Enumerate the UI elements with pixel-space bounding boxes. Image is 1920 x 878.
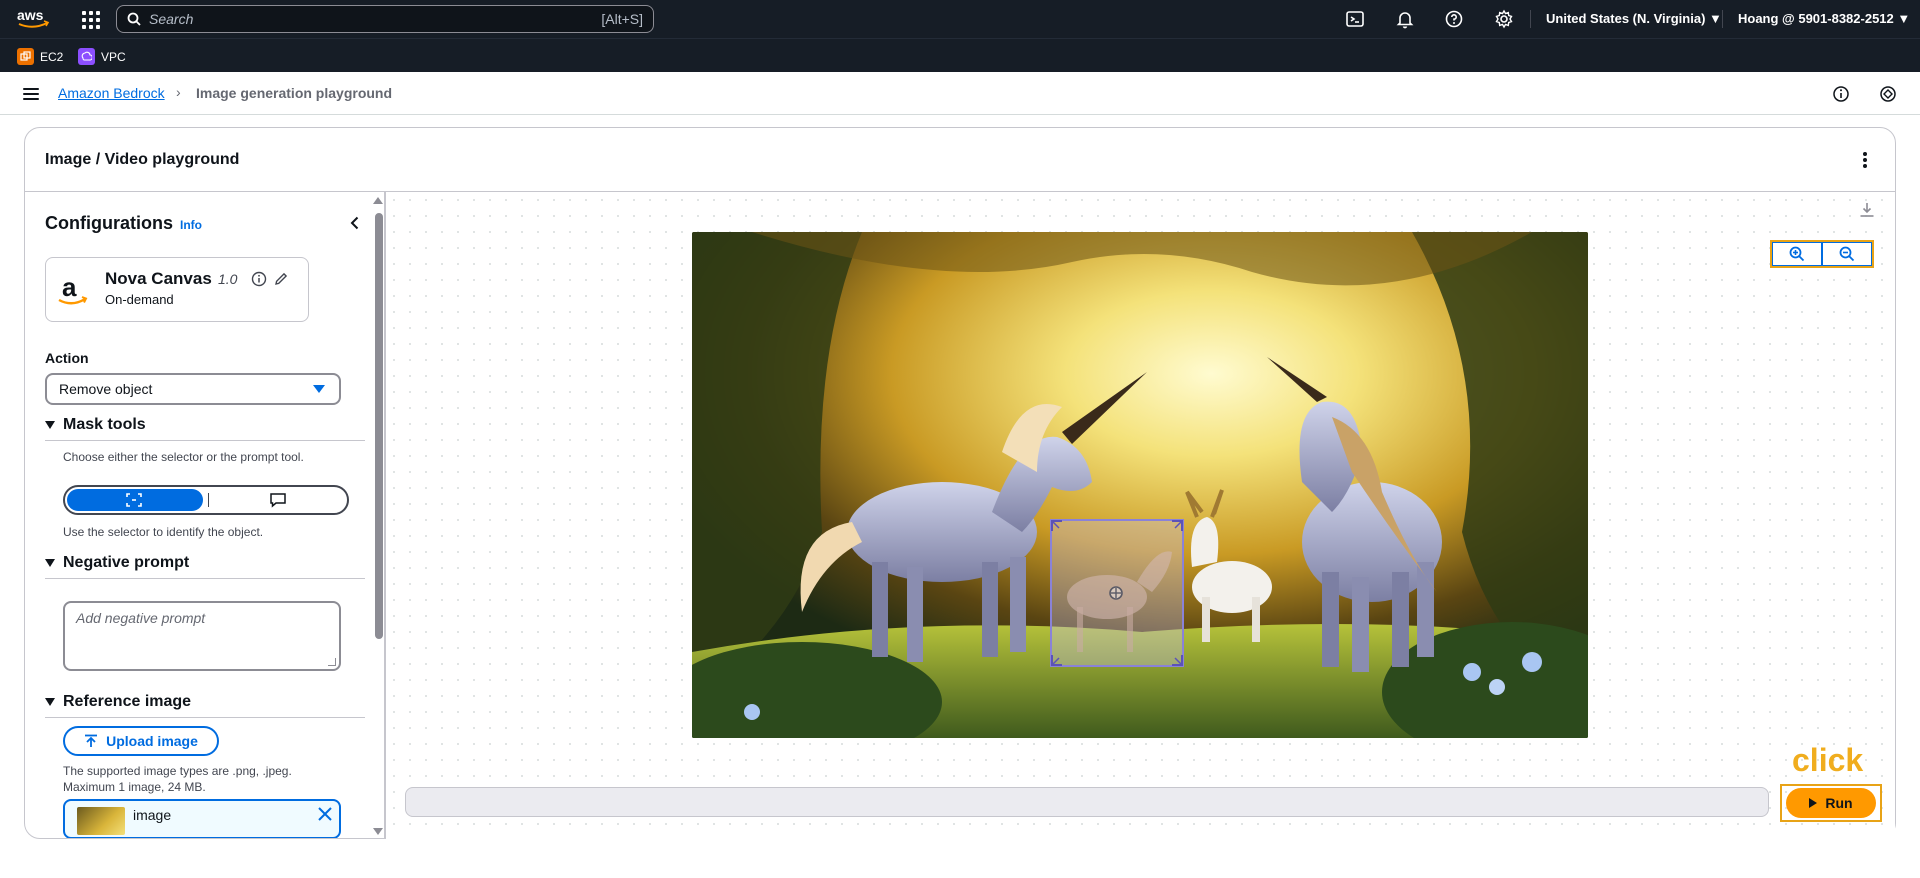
download-icon[interactable]	[1859, 202, 1875, 218]
prompt-tool-icon[interactable]	[269, 492, 287, 508]
resize-handle-icon[interactable]	[1171, 654, 1183, 666]
breadcrumb-bar: Amazon Bedrock › Image generation playgr…	[0, 72, 1920, 115]
file-thumbnail	[77, 807, 125, 835]
favorite-label: EC2	[40, 49, 64, 64]
uploaded-file-token: image	[63, 799, 341, 838]
mask-tools-helper: Use the selector to identify the object.	[63, 525, 264, 539]
reference-image-toggle[interactable]: Reference image	[45, 693, 191, 711]
info-circle-icon[interactable]	[1832, 85, 1850, 103]
amazon-logo: a	[58, 272, 88, 305]
search-icon	[127, 12, 141, 26]
notifications-bell-icon[interactable]	[1395, 9, 1415, 29]
model-version: 1.0	[218, 271, 238, 287]
page-title: Image / Video playground	[45, 151, 240, 168]
upload-icon	[85, 734, 98, 747]
favorites-bar: EC2 VPC	[0, 38, 1920, 72]
info-link[interactable]: Info	[180, 218, 202, 232]
negative-prompt-heading: Negative prompt	[63, 554, 190, 571]
chevron-right-icon: ›	[176, 84, 181, 100]
move-crosshair-icon[interactable]	[1107, 584, 1125, 602]
top-navigation: aws Search [Alt+S] United States (N. Vir…	[0, 0, 1920, 38]
resize-handle-icon[interactable]	[1051, 520, 1063, 532]
resize-handle-icon[interactable]	[1171, 520, 1183, 532]
ec2-icon	[17, 48, 34, 65]
zoom-in-icon	[1789, 246, 1805, 262]
svg-text:aws: aws	[17, 7, 44, 23]
run-label: Run	[1825, 795, 1853, 811]
mask-tools-heading: Mask tools	[63, 416, 146, 433]
favorite-ec2[interactable]: EC2	[17, 48, 63, 65]
caret-down-icon	[313, 385, 325, 393]
run-button[interactable]: Run	[1786, 788, 1876, 818]
scroll-down-arrow-icon[interactable]	[373, 828, 383, 835]
negative-prompt-toggle[interactable]: Negative prompt	[45, 554, 189, 572]
info-circle-icon[interactable]	[251, 271, 267, 287]
selection-marquee-icon	[126, 493, 142, 507]
zoom-in-button[interactable]	[1772, 242, 1822, 266]
model-card[interactable]: a Nova Canvas 1.0 On-demand	[45, 257, 309, 322]
model-tier: On-demand	[105, 292, 174, 307]
search-placeholder: Search	[149, 11, 194, 27]
resize-handle-icon[interactable]	[1051, 654, 1063, 666]
edit-pencil-icon[interactable]	[273, 271, 289, 287]
scrollbar-thumb[interactable]	[375, 213, 383, 639]
negative-prompt-placeholder: Add negative prompt	[76, 610, 206, 626]
zoom-out-button[interactable]	[1822, 242, 1872, 266]
action-select-value: Remove object	[59, 381, 153, 397]
breadcrumb-current: Image generation playground	[196, 85, 393, 101]
more-actions-icon[interactable]	[1863, 152, 1867, 168]
search-shortcut: [Alt+S]	[601, 11, 643, 27]
prompt-input[interactable]	[405, 787, 1769, 817]
menu-hamburger-icon[interactable]	[23, 88, 39, 100]
favorite-vpc[interactable]: VPC	[78, 48, 126, 65]
close-icon[interactable]	[317, 806, 333, 822]
region-selector[interactable]: United States (N. Virginia) ▼	[1546, 11, 1722, 26]
caret-down-icon	[45, 698, 55, 706]
settings-gear-icon[interactable]	[1494, 9, 1514, 29]
caret-down-icon	[45, 421, 55, 429]
resize-grip-icon[interactable]	[328, 658, 336, 666]
vpc-icon	[78, 48, 95, 65]
mask-tools-toggle[interactable]: Mask tools	[45, 416, 146, 434]
aws-logo[interactable]: aws	[16, 6, 50, 30]
breadcrumb-link-bedrock[interactable]: Amazon Bedrock	[58, 85, 165, 101]
svg-text:a: a	[62, 272, 77, 302]
file-name: image	[133, 807, 172, 823]
action-label: Action	[45, 350, 89, 366]
action-select[interactable]: Remove object	[45, 373, 341, 405]
container-header: Image / Video playground	[25, 128, 1895, 192]
configuration-panel: Configurations Info a Nova Canvas 1.0 On…	[25, 193, 385, 838]
favorite-label: VPC	[101, 49, 126, 64]
negative-prompt-input[interactable]: Add negative prompt	[63, 601, 341, 671]
scroll-up-arrow-icon[interactable]	[373, 197, 383, 204]
configurations-heading: Configurations	[45, 213, 173, 233]
caret-down-icon	[45, 559, 55, 567]
mask-tool-segmented-control	[63, 485, 349, 515]
supported-types-hint: The supported image types are .png, .jpe…	[63, 764, 292, 778]
status-shield-icon[interactable]	[1879, 85, 1897, 103]
cloudshell-icon[interactable]	[1345, 9, 1365, 29]
model-name: Nova Canvas	[105, 269, 212, 288]
click-annotation: click	[1792, 742, 1864, 778]
account-menu[interactable]: Hoang @ 5901-8382-2512 ▼	[1738, 11, 1910, 26]
reference-image-heading: Reference image	[63, 693, 192, 710]
mask-tools-hint: Choose either the selector or the prompt…	[63, 450, 304, 464]
search-input[interactable]: Search [Alt+S]	[116, 5, 654, 33]
zoom-out-icon	[1839, 246, 1855, 262]
play-icon	[1809, 798, 1818, 808]
services-menu-icon[interactable]	[80, 9, 100, 29]
collapse-panel-icon[interactable]	[345, 213, 365, 233]
upload-image-label: Upload image	[106, 733, 198, 749]
help-icon[interactable]	[1444, 9, 1464, 29]
upload-image-button[interactable]: Upload image	[63, 726, 219, 756]
zoom-controls	[1770, 240, 1874, 268]
size-limit-hint: Maximum 1 image, 24 MB.	[63, 780, 206, 794]
